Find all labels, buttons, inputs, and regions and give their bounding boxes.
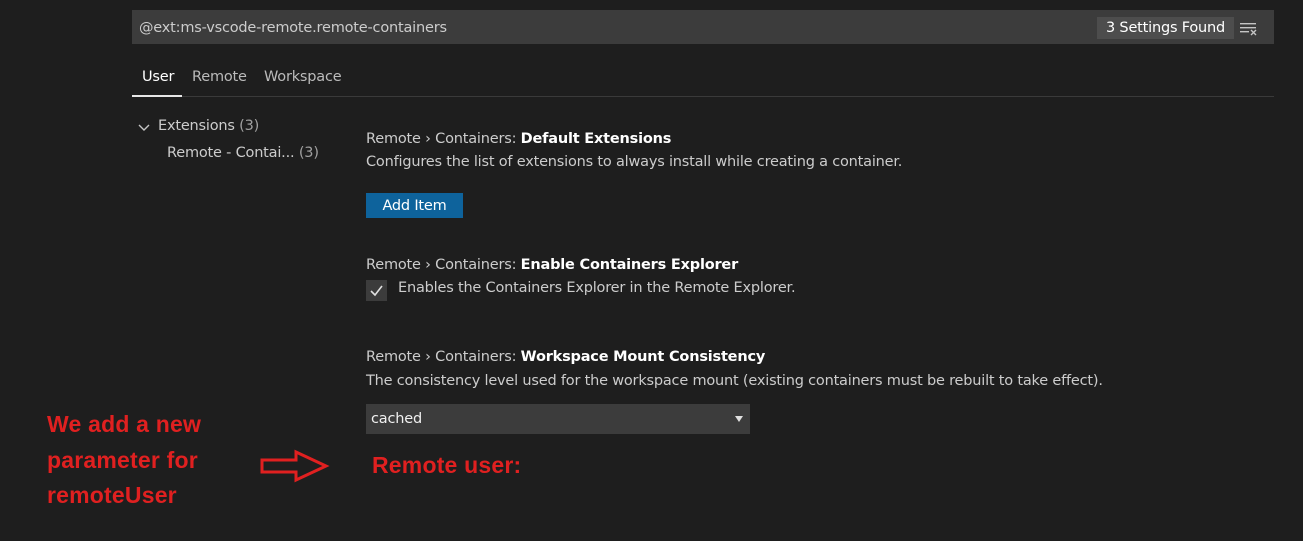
- annotation-line-1: We add a new: [47, 411, 202, 437]
- toc-item-label: Extensions: [158, 118, 235, 134]
- setting-key: Enable Containers Explorer: [520, 257, 739, 273]
- search-query: @ext:ms-vscode-remote.remote-containers: [139, 20, 447, 36]
- tab-workspace[interactable]: Workspace: [264, 65, 342, 89]
- setting-title-workspace-mount-consistency: Remote › Containers: Workspace Mount Con…: [366, 349, 765, 365]
- toc-item-count: (3): [298, 145, 319, 161]
- setting-description: Configures the list of extensions to alw…: [366, 154, 903, 170]
- setting-category: Remote › Containers:: [366, 349, 521, 365]
- toc-item-count: (3): [239, 118, 260, 134]
- toc-item-remote-containers[interactable]: Remote - Contai... (3): [167, 145, 319, 161]
- check-icon: [370, 285, 383, 297]
- toc-item-extensions[interactable]: Extensions (3): [158, 118, 259, 134]
- tabs-divider: [132, 96, 1274, 97]
- settings-search-input[interactable]: @ext:ms-vscode-remote.remote-containers …: [132, 10, 1274, 44]
- setting-description: The consistency level used for the works…: [366, 373, 1103, 389]
- clear-filter-icon[interactable]: [1240, 22, 1258, 36]
- setting-title-enable-containers-explorer: Remote › Containers: Enable Containers E…: [366, 257, 738, 273]
- add-item-button[interactable]: Add Item: [366, 193, 463, 218]
- right-arrow-icon: [260, 449, 330, 483]
- toc-item-label: Remote - Contai...: [167, 145, 295, 161]
- setting-key: Workspace Mount Consistency: [520, 349, 766, 365]
- settings-found-badge: 3 Settings Found: [1097, 17, 1234, 39]
- checkbox-label: Enables the Containers Explorer in the R…: [398, 280, 796, 296]
- workspace-mount-consistency-select[interactable]: cached: [366, 404, 750, 434]
- select-value: cached: [371, 411, 422, 427]
- annotation-line-3: remoteUser: [47, 482, 177, 508]
- active-tab-indicator: [132, 95, 182, 97]
- annotation-line-2: parameter for: [47, 447, 198, 473]
- annotation-remote-user: Remote user:: [372, 452, 522, 478]
- enable-containers-explorer-checkbox[interactable]: [366, 280, 387, 301]
- tab-user[interactable]: User: [142, 65, 174, 89]
- setting-category: Remote › Containers:: [366, 257, 521, 273]
- setting-category: Remote › Containers:: [366, 131, 521, 147]
- tab-remote[interactable]: Remote: [192, 65, 247, 89]
- settings-editor: @ext:ms-vscode-remote.remote-containers …: [0, 0, 1303, 541]
- dropdown-arrow-icon: [735, 416, 743, 422]
- setting-title-default-extensions: Remote › Containers: Default Extensions: [366, 131, 671, 147]
- setting-key: Default Extensions: [520, 131, 672, 147]
- chevron-down-icon[interactable]: [137, 121, 151, 135]
